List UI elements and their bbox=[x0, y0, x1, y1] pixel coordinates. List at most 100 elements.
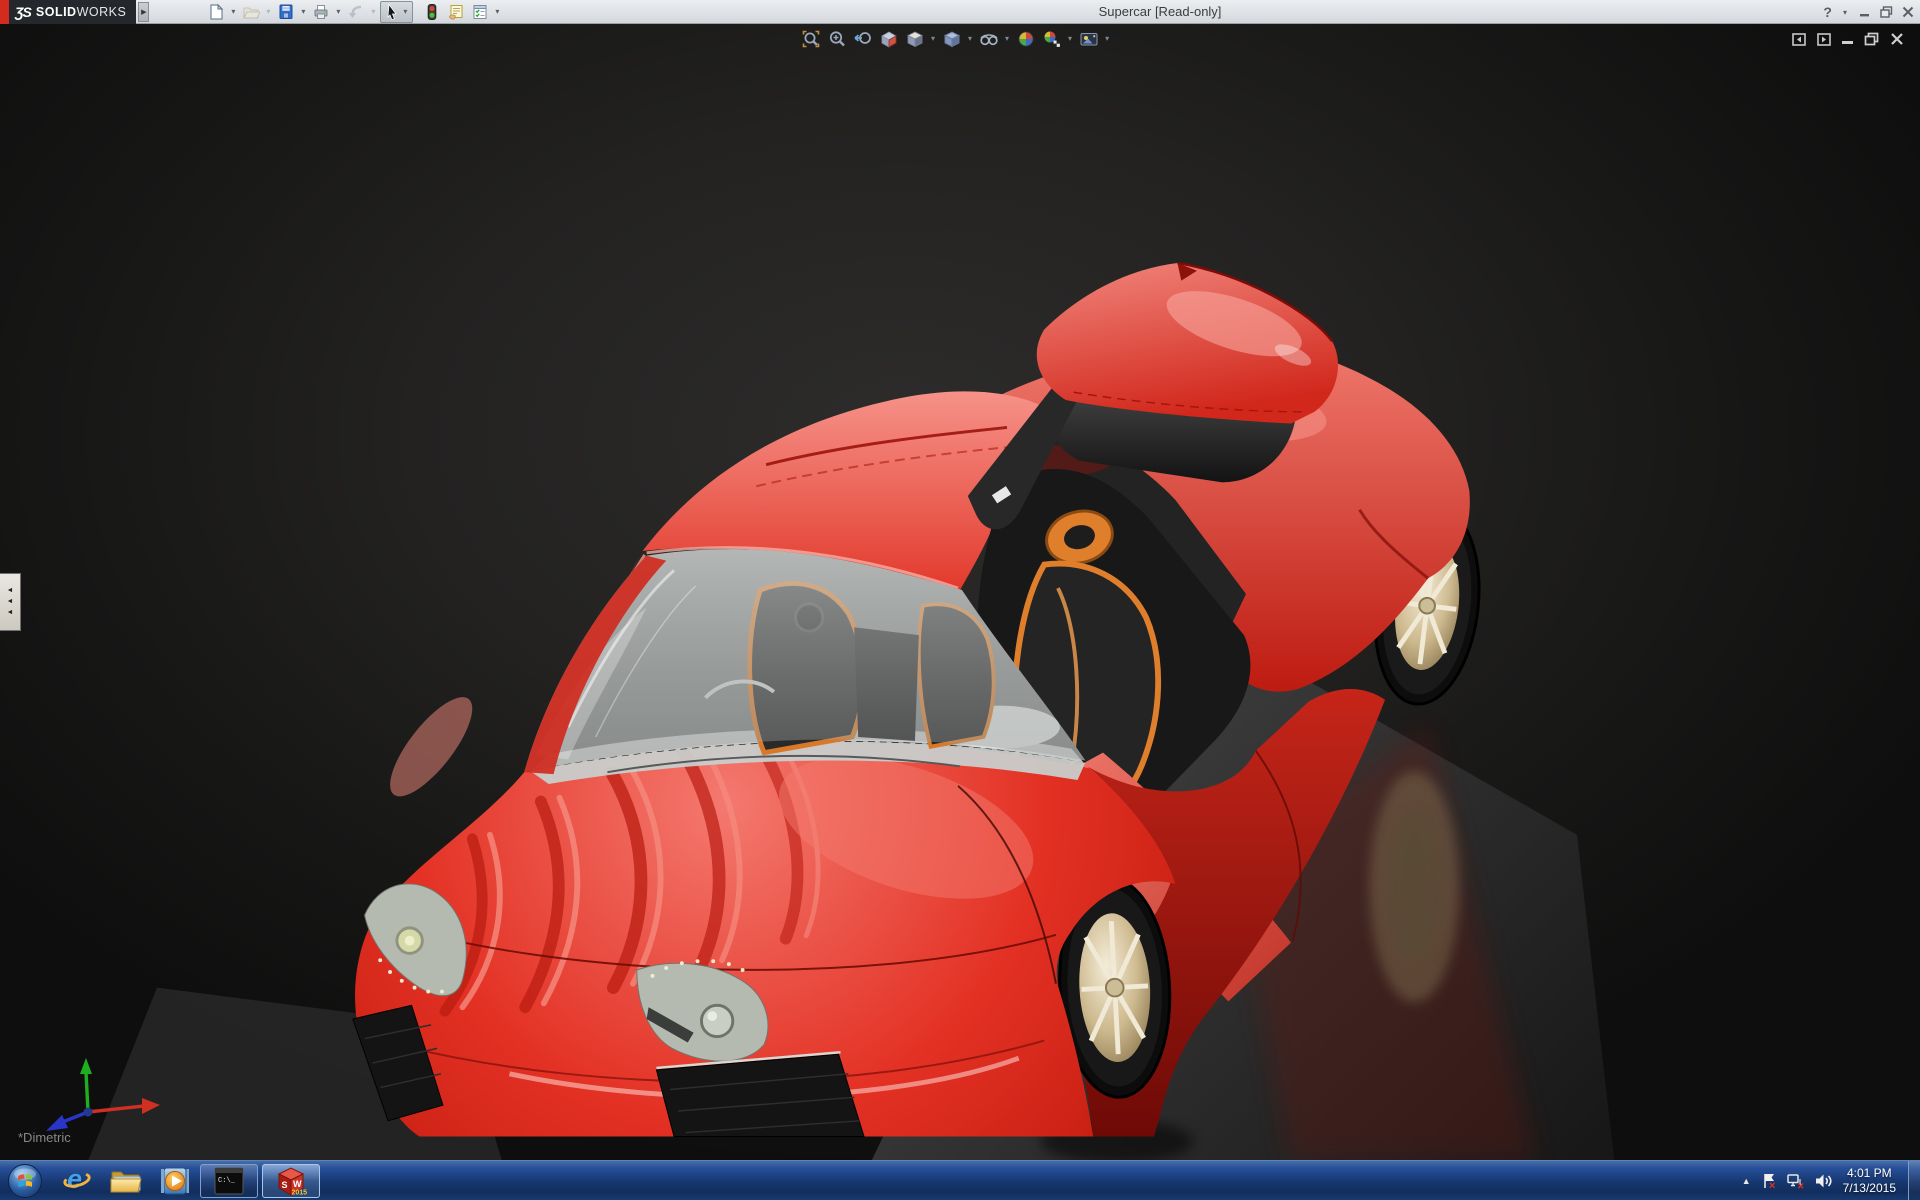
tray-time: 4:01 PM bbox=[1846, 1166, 1892, 1180]
help-caret[interactable]: ▾ bbox=[1843, 8, 1847, 17]
svg-text:S: S bbox=[282, 1180, 288, 1190]
edit-appearance-button[interactable] bbox=[1015, 28, 1036, 49]
file-properties-button[interactable] bbox=[445, 2, 467, 22]
undo-button[interactable] bbox=[345, 2, 367, 22]
tray-clock[interactable]: 4:01 PM 7/13/2015 bbox=[1843, 1166, 1896, 1196]
solidworks-logo: ƷS SOLID WORKS bbox=[9, 0, 137, 24]
folder-icon bbox=[110, 1171, 142, 1192]
window-controls: ? ▾ bbox=[1823, 0, 1914, 24]
menu-expand-tab[interactable]: ▶ bbox=[138, 1, 150, 22]
rebuild-button[interactable] bbox=[421, 2, 443, 22]
new-caret[interactable]: ▾ bbox=[231, 7, 235, 16]
display-style-icon bbox=[943, 30, 960, 47]
display-style-button[interactable] bbox=[941, 28, 962, 49]
x-axis-arrow bbox=[142, 1098, 160, 1114]
select-tool-button[interactable]: ▾ bbox=[380, 0, 414, 23]
cmd-prompt-text: C:\_ bbox=[218, 1177, 236, 1185]
internet-explorer-icon: e bbox=[61, 1164, 93, 1196]
save-caret[interactable]: ▾ bbox=[301, 7, 305, 16]
open-document-button[interactable] bbox=[240, 2, 262, 22]
graphics-viewport[interactable]: ▾ ▾ ▾ ▾ ▾ ◄ ◄ ◄ *Dimetric bbox=[0, 24, 1920, 1160]
hide-show-items-button[interactable] bbox=[978, 28, 999, 49]
apply-scene-caret[interactable]: ▾ bbox=[1068, 34, 1072, 43]
glasses-icon bbox=[979, 33, 998, 45]
view-orientation-caret[interactable]: ▾ bbox=[931, 34, 935, 43]
solidworks-cube-icon: S W 2015 bbox=[277, 1166, 308, 1196]
print-caret[interactable]: ▾ bbox=[336, 7, 340, 16]
sw-year-text: 2015 bbox=[292, 1189, 308, 1196]
standard-toolbar: ▾ ▾ ▾ ▾ ▾ ▾ ▾ bbox=[205, 0, 502, 23]
collapse-arrow-icon: ◄ bbox=[6, 609, 14, 616]
file-properties-icon bbox=[449, 4, 463, 19]
show-desktop-button[interactable] bbox=[1908, 1161, 1920, 1200]
save-button[interactable] bbox=[275, 2, 297, 22]
show-hidden-icons-button[interactable]: ▲ bbox=[1742, 1176, 1751, 1186]
taskbar-item-internet-explorer[interactable]: e bbox=[56, 1162, 100, 1200]
windows-taskbar: e C:\_ S W 2015 ▲ × × 4:01 PM 7/13/2015 bbox=[0, 1160, 1920, 1200]
title-bar: ƷS SOLID WORKS ▶ ▾ ▾ ▾ ▾ ▾ ▾ ▾ Supercar … bbox=[0, 0, 1920, 24]
z-axis-arrow bbox=[46, 1115, 68, 1131]
undo-icon bbox=[349, 5, 362, 18]
save-floppy-icon bbox=[279, 4, 293, 19]
media-player-icon bbox=[161, 1167, 189, 1194]
open-caret: ▾ bbox=[266, 7, 271, 16]
new-document-button[interactable] bbox=[205, 2, 227, 22]
system-tray: ▲ × × 4:01 PM 7/13/2015 bbox=[1742, 1161, 1920, 1200]
action-center-icon[interactable]: × bbox=[1761, 1172, 1779, 1190]
view-orientation-button[interactable] bbox=[904, 28, 925, 49]
previous-view-button[interactable] bbox=[852, 28, 873, 49]
doc-minimize-button[interactable] bbox=[1842, 41, 1853, 44]
new-document-icon bbox=[210, 3, 224, 19]
print-button[interactable] bbox=[310, 2, 332, 22]
doc-close-button[interactable] bbox=[1890, 32, 1904, 46]
zoom-to-fit-button[interactable] bbox=[800, 28, 821, 49]
windows-start-icon bbox=[8, 1163, 42, 1198]
document-window-controls bbox=[1792, 32, 1904, 46]
featuremanager-collapsed-tab[interactable]: ◄ ◄ ◄ bbox=[0, 573, 21, 631]
appearance-ball-icon bbox=[1018, 31, 1033, 46]
collapse-left-pane-icon[interactable] bbox=[1792, 32, 1806, 46]
undo-caret: ▾ bbox=[371, 7, 376, 16]
taskbar-item-media-player[interactable] bbox=[152, 1162, 196, 1200]
display-style-caret[interactable]: ▾ bbox=[968, 34, 972, 43]
command-prompt-icon: C:\_ bbox=[214, 1167, 244, 1194]
supercar-model-render[interactable] bbox=[0, 24, 1920, 1160]
logo-light-text: WORKS bbox=[76, 4, 127, 19]
solidworks-window: ƷS SOLID WORKS ▶ ▾ ▾ ▾ ▾ ▾ ▾ ▾ Supercar … bbox=[0, 0, 1920, 1200]
brand-accent-stripe bbox=[0, 0, 9, 24]
network-icon[interactable]: × bbox=[1786, 1172, 1806, 1191]
help-button[interactable]: ? bbox=[1823, 4, 1832, 20]
select-caret[interactable]: ▾ bbox=[403, 7, 407, 16]
section-view-icon bbox=[880, 31, 897, 48]
apply-scene-button[interactable] bbox=[1041, 28, 1062, 49]
taskbar-item-command-prompt[interactable]: C:\_ bbox=[200, 1163, 258, 1198]
minimize-button[interactable] bbox=[1859, 6, 1871, 18]
view-orientation-cube-icon bbox=[906, 31, 923, 47]
options-caret[interactable]: ▾ bbox=[495, 7, 499, 16]
view-settings-icon bbox=[1080, 32, 1098, 45]
logo-glyph: ƷS bbox=[15, 3, 32, 20]
restore-button[interactable] bbox=[1880, 6, 1893, 18]
view-settings-caret[interactable]: ▾ bbox=[1105, 34, 1109, 43]
close-button[interactable] bbox=[1902, 6, 1914, 18]
taskbar-item-windows-explorer[interactable] bbox=[104, 1162, 148, 1200]
section-view-button[interactable] bbox=[878, 28, 899, 49]
heads-up-view-toolbar: ▾ ▾ ▾ ▾ ▾ bbox=[800, 28, 1110, 49]
open-folder-icon bbox=[243, 7, 261, 18]
zoom-to-area-button[interactable] bbox=[826, 28, 847, 49]
apply-scene-icon bbox=[1044, 31, 1060, 47]
collapse-arrow-icon: ◄ bbox=[6, 598, 14, 605]
doc-restore-button[interactable] bbox=[1864, 32, 1879, 46]
tray-date: 7/13/2015 bbox=[1842, 1181, 1896, 1195]
svg-text:×: × bbox=[1797, 1181, 1803, 1191]
expand-right-pane-icon[interactable] bbox=[1817, 32, 1831, 46]
zoom-to-fit-icon bbox=[802, 30, 819, 47]
hide-show-caret[interactable]: ▾ bbox=[1005, 34, 1009, 43]
view-settings-button[interactable] bbox=[1078, 28, 1099, 49]
svg-text:×: × bbox=[1769, 1180, 1775, 1190]
options-button[interactable] bbox=[469, 2, 491, 22]
volume-icon[interactable] bbox=[1814, 1172, 1833, 1190]
start-button[interactable] bbox=[6, 1162, 44, 1200]
print-icon bbox=[314, 4, 328, 19]
taskbar-item-solidworks[interactable]: S W 2015 bbox=[262, 1163, 320, 1198]
